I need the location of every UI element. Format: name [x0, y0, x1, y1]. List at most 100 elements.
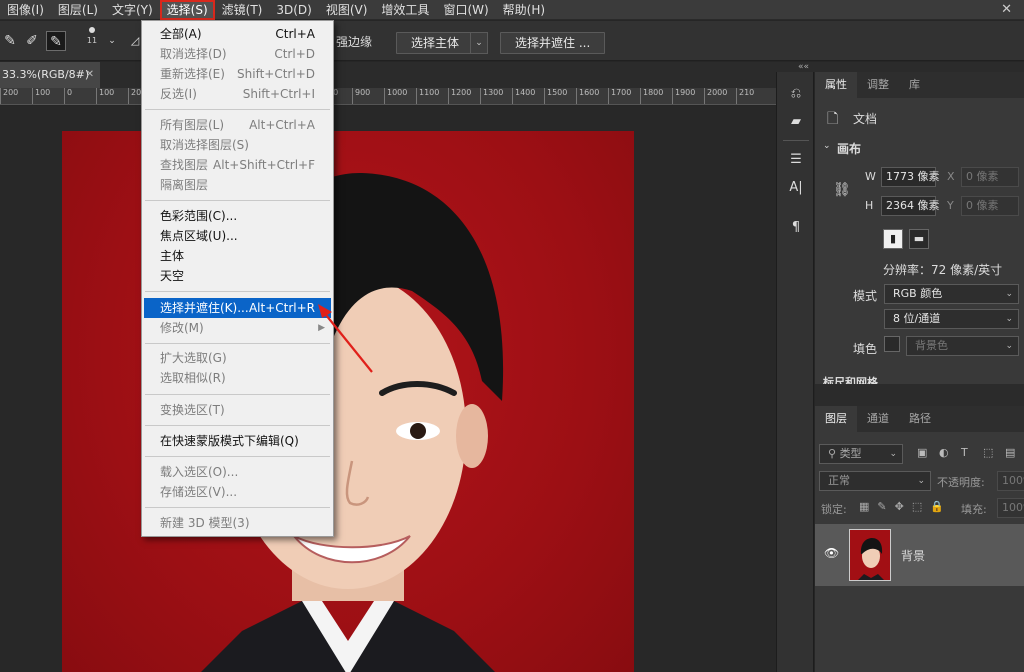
menu-item-deselect-layers[interactable]: 取消选择图层(S) [144, 135, 331, 155]
fill-label: 填充: [961, 503, 987, 516]
mode-select[interactable]: RGB 颜色 ⌄ [884, 284, 1019, 304]
menu-item-select-and-mask[interactable]: 选择并遮住(K)... Alt+Ctrl+R [144, 298, 331, 318]
menu-item-color-range[interactable]: 色彩范围(C)... [144, 206, 331, 226]
filter-shape-icon[interactable]: ⬚ [983, 446, 993, 459]
filter-smart-icon[interactable]: ▤ [1005, 446, 1015, 459]
menu-item-sky[interactable]: 天空 [144, 266, 331, 286]
menu-plugins[interactable]: 增效工具 [374, 0, 436, 20]
menu-item-reselect[interactable]: 重新选择(E) Shift+Ctrl+D [144, 64, 331, 84]
menu-item-subject[interactable]: 主体 [144, 246, 331, 266]
select-subject-button[interactable]: 选择主体 [396, 32, 475, 54]
width-field[interactable]: 1773 像素 [881, 167, 940, 187]
paragraph-icon[interactable]: ¶ [786, 218, 806, 238]
brush-size-picker[interactable]: 11 [82, 27, 102, 45]
menu-layer[interactable]: 图层(L) [51, 0, 105, 20]
filter-adjust-icon[interactable]: ◐ [939, 446, 949, 459]
tab-paths[interactable]: 路径 [899, 406, 941, 432]
tab-layers[interactable]: 图层 [815, 406, 857, 432]
menu-item-label: 选取相似(R) [160, 371, 226, 385]
menu-item-new-3d-model[interactable]: 新建 3D 模型(3) [144, 513, 331, 533]
link-icon[interactable]: ⛓ [833, 182, 851, 198]
brush-dropdown-icon[interactable]: ⌄ [102, 31, 122, 51]
tab-properties[interactable]: 属性 [815, 72, 857, 98]
menu-separator [145, 507, 330, 508]
panel-collapse-bar[interactable]: «« [776, 62, 1024, 72]
brush-size-value: 11 [86, 36, 98, 45]
menu-view[interactable]: 视图(V) [319, 0, 375, 20]
menu-item-label: 查找图层 [160, 158, 209, 172]
rulers-grid-section[interactable]: 标尺和网格 [823, 374, 878, 384]
window-close-icon[interactable]: ✕ [1001, 2, 1012, 17]
menu-item-isolate-layers[interactable]: 隔离图层 [144, 175, 331, 195]
ruler-tick: 1500 [544, 88, 567, 104]
blend-mode-select[interactable]: 正常 ⌄ [819, 471, 931, 491]
document-tab[interactable]: 33.3%(RGB/8#) ✕ [0, 62, 100, 88]
lock-icons[interactable]: ▦✎✥⬚🔒 [859, 500, 952, 513]
menu-3d[interactable]: 3D(D) [269, 0, 318, 20]
menu-help[interactable]: 帮助(H) [496, 0, 552, 20]
x-field[interactable]: 0 像素 [961, 167, 1019, 187]
menu-item-quick-mask[interactable]: 在快速蒙版模式下编辑(Q) [144, 431, 331, 451]
document-icon: 🗋 [827, 111, 839, 127]
filter-type-icon[interactable]: T [961, 446, 968, 459]
menu-separator [145, 109, 330, 110]
select-and-mask-button[interactable]: 选择并遮住 ... [500, 32, 606, 54]
menu-item-find-layers[interactable]: 查找图层 Alt+Shift+Ctrl+F [144, 155, 331, 175]
bit-depth-select[interactable]: 8 位/通道 ⌄ [884, 309, 1019, 329]
close-tab-icon[interactable]: ✕ [86, 62, 94, 88]
layer-row-background[interactable]: 👁 背景 [815, 524, 1024, 586]
menu-separator [145, 425, 330, 426]
menu-item-all-layers[interactable]: 所有图层(L) Alt+Ctrl+A [144, 115, 331, 135]
opacity-field[interactable]: 100% [997, 471, 1024, 491]
history-icon[interactable]: ⎌ [786, 84, 806, 104]
menu-item-label: 重新选择(E) [160, 67, 225, 81]
tool-presets-icon[interactable]: ☰ [786, 150, 806, 170]
visibility-eye-icon[interactable]: 👁 [824, 546, 839, 560]
menu-item-modify[interactable]: 修改(M) ▶ [144, 318, 331, 338]
menu-item-label: 变换选区(T) [160, 403, 225, 417]
menu-item-select-all[interactable]: 全部(A) Ctrl+A [144, 24, 331, 44]
tab-channels[interactable]: 通道 [857, 406, 899, 432]
y-field[interactable]: 0 像素 [961, 196, 1019, 216]
menu-item-inverse[interactable]: 反选(I) Shift+Ctrl+I [144, 84, 331, 104]
tab-adjustments[interactable]: 调整 [857, 72, 899, 98]
menu-type[interactable]: 文字(Y) [105, 0, 160, 20]
landscape-orientation-icon[interactable]: ▬ [909, 229, 929, 249]
tab-libraries[interactable]: 库 [899, 72, 930, 98]
menu-window[interactable]: 窗口(W) [436, 0, 495, 20]
fill-swatch[interactable] [884, 336, 900, 352]
menu-item-load-selection[interactable]: 载入选区(O)... [144, 462, 331, 482]
height-field[interactable]: 2364 像素 [881, 196, 940, 216]
menu-item-transform-selection[interactable]: 变换选区(T) [144, 400, 331, 420]
select-subject-dropdown-icon[interactable]: ⌄ [470, 32, 488, 54]
document-tab-title: 33.3%(RGB/8#) [2, 68, 90, 81]
menu-item-grow[interactable]: 扩大选取(G) [144, 348, 331, 368]
add-brush-icon[interactable]: ✐ [22, 31, 42, 51]
layer-filter-select[interactable]: ⚲ 类型 ⌄ [819, 444, 903, 464]
shortcut-label: Shift+Ctrl+I [242, 87, 315, 101]
fill-select[interactable]: 背景色 ⌄ [906, 336, 1019, 356]
chevron-down-icon: ⌄ [917, 476, 925, 486]
section-collapse-icon[interactable]: ⌄ [823, 141, 831, 151]
filter-pixel-icon[interactable]: ▣ [917, 446, 927, 459]
menu-item-label: 新建 3D 模型(3) [160, 516, 250, 530]
character-icon[interactable]: A| [786, 178, 806, 198]
canvas-area[interactable] [0, 106, 776, 672]
comment-icon[interactable]: ▰ [786, 112, 806, 132]
menu-item-save-selection[interactable]: 存储选区(V)... [144, 482, 331, 502]
menu-image[interactable]: 图像(I) [0, 0, 51, 20]
menu-item-similar[interactable]: 选取相似(R) [144, 368, 331, 388]
ruler-tick: 100 [96, 88, 114, 104]
enhance-edge-label[interactable]: 强边缘 [336, 33, 372, 50]
subtract-brush-icon[interactable]: ✎ [46, 31, 66, 51]
ruler-tick: 1300 [480, 88, 503, 104]
collapse-icon[interactable]: «« [798, 62, 809, 72]
menu-filter[interactable]: 滤镜(T) [215, 0, 270, 20]
shortcut-label: Ctrl+A [275, 27, 315, 41]
fill-field[interactable]: 100% [997, 498, 1024, 518]
portrait-orientation-icon[interactable]: ▮ [883, 229, 903, 249]
menu-item-focus-area[interactable]: 焦点区域(U)... [144, 226, 331, 246]
menu-item-deselect[interactable]: 取消选择(D) Ctrl+D [144, 44, 331, 64]
brush-mode-icon[interactable]: ✎ [0, 31, 20, 51]
menu-select[interactable]: 选择(S) [159, 0, 215, 20]
